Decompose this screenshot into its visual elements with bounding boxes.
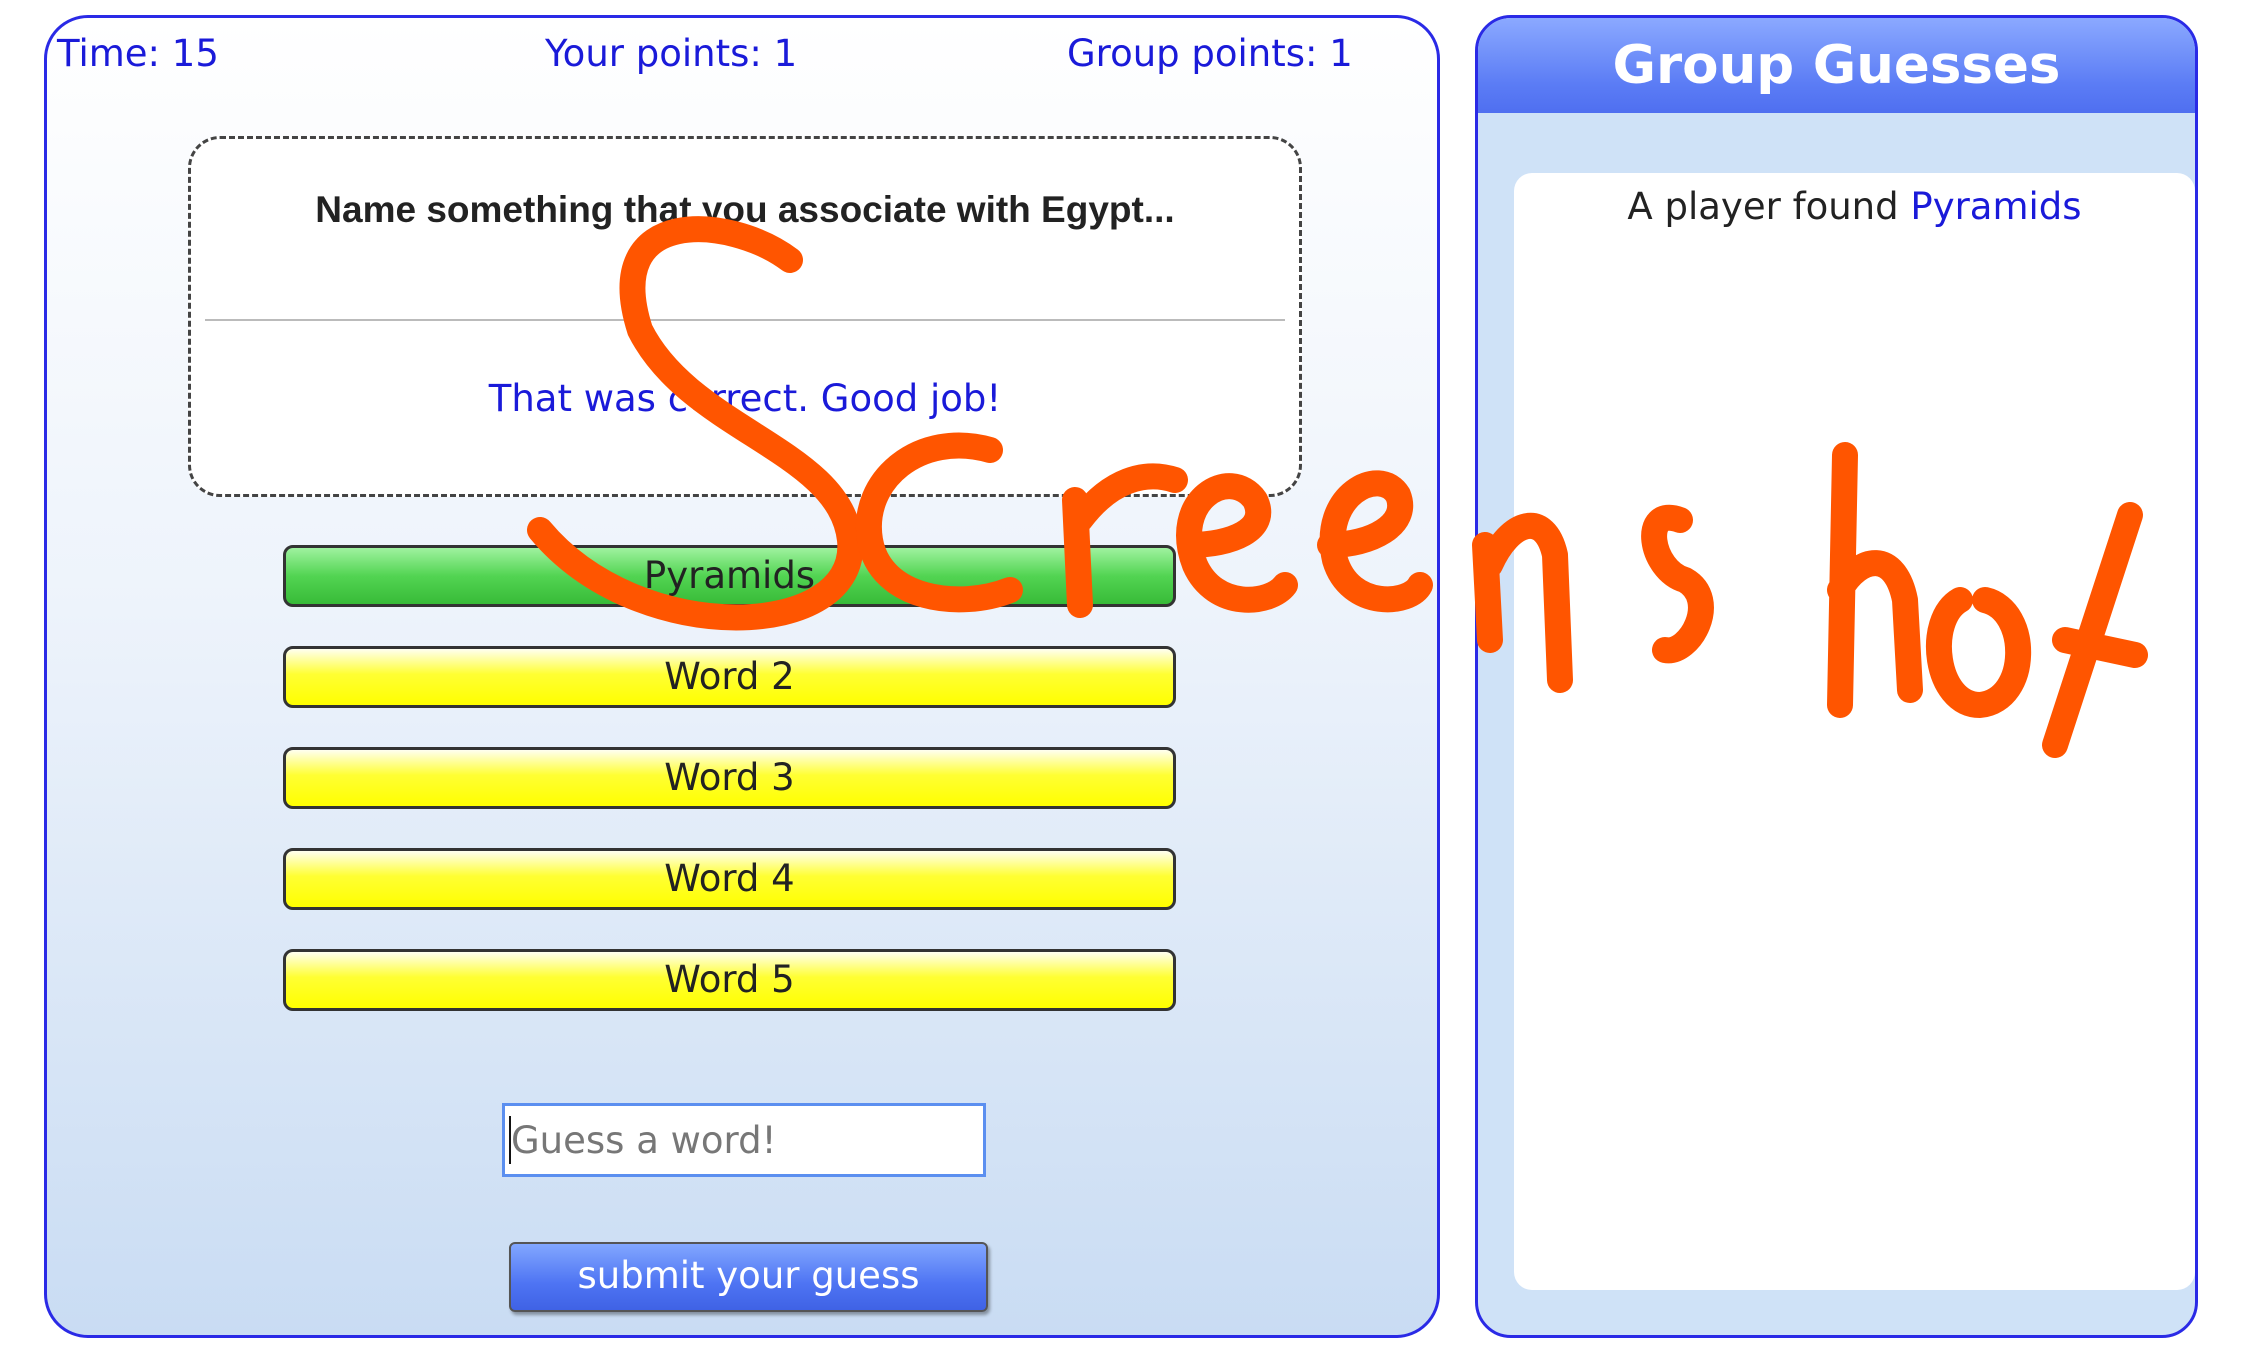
word-slot-5: Word 5: [283, 949, 1176, 1011]
guess-input[interactable]: [502, 1103, 986, 1177]
word-list: Pyramids Word 2 Word 3 Word 4 Word 5: [283, 545, 1176, 1050]
log-entry-prefix: A player found: [1627, 185, 1911, 228]
time-readout: Time: 15: [57, 32, 219, 75]
word-slot-3: Word 3: [283, 747, 1176, 809]
word-slot-2: Word 2: [283, 646, 1176, 708]
group-guesses-title: Group Guesses: [1478, 18, 2195, 113]
prompt-card: Name something that you associate with E…: [188, 136, 1302, 497]
group-guesses-panel: Group Guesses A player found Pyramids: [1475, 15, 2198, 1338]
group-guesses-log: A player found Pyramids: [1514, 173, 2195, 1290]
submit-guess-button[interactable]: submit your guess: [509, 1242, 988, 1312]
app-stage: Time: 15 Your points: 1 Group points: 1 …: [0, 0, 2245, 1357]
prompt-question: Name something that you associate with E…: [315, 189, 1175, 230]
word-slot-1: Pyramids: [283, 545, 1176, 607]
your-points-readout: Your points: 1: [545, 32, 798, 75]
word-slot-4: Word 4: [283, 848, 1176, 910]
text-caret: [509, 1116, 511, 1164]
log-entry: A player found Pyramids: [1514, 185, 2195, 228]
feedback-message: That was correct. Good job!: [488, 377, 1002, 420]
prompt-divider: [205, 319, 1285, 321]
log-entry-word: Pyramids: [1910, 185, 2082, 228]
game-panel: Time: 15 Your points: 1 Group points: 1 …: [44, 15, 1440, 1338]
group-points-readout: Group points: 1: [1067, 32, 1353, 75]
